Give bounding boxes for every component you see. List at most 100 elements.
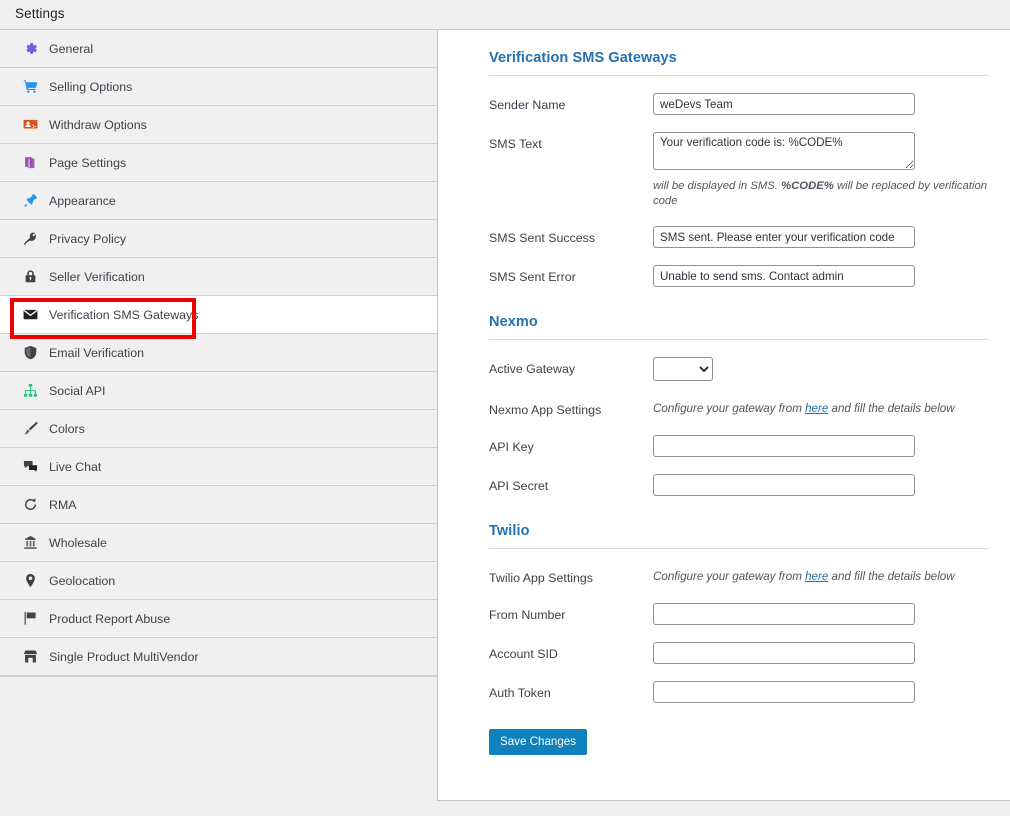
sidebar-item-label: Live Chat: [49, 459, 102, 474]
sidebar-item-email-verification[interactable]: Email Verification: [0, 334, 437, 372]
sidebar-item-selling-options[interactable]: Selling Options: [0, 68, 437, 106]
withdraw-icon: [22, 116, 39, 133]
sms-text-hint: will be displayed in SMS. %CODE% will be…: [653, 179, 988, 209]
shield-icon: [22, 344, 39, 361]
sitemap-icon: [22, 382, 39, 399]
field-active-gateway: Active Gateway: [489, 357, 988, 381]
sidebar-item-social-api[interactable]: Social API: [0, 372, 437, 410]
label-twilio-app-settings: Twilio App Settings: [489, 571, 594, 585]
sidebar-item-label: Product Report Abuse: [49, 611, 171, 626]
field-api-secret: API Secret: [489, 474, 988, 496]
sms-sent-error-input[interactable]: [653, 265, 915, 287]
sidebar-item-label: Seller Verification: [49, 269, 145, 284]
field-nexmo-app-settings: Nexmo App Settings Configure your gatewa…: [489, 398, 988, 418]
sidebar-item-withdraw-options[interactable]: Withdraw Options: [0, 106, 437, 144]
lock-icon: [22, 268, 39, 285]
sidebar-item-label: Wholesale: [49, 535, 107, 550]
sidebar-item-appearance[interactable]: Appearance: [0, 182, 437, 220]
field-auth-token: Auth Token: [489, 681, 988, 703]
label-active-gateway: Active Gateway: [489, 362, 576, 376]
label-api-secret: API Secret: [489, 479, 549, 493]
sidebar-item-label: RMA: [49, 497, 77, 512]
sidebar-item-page-settings[interactable]: Page Settings: [0, 144, 437, 182]
settings-page: Settings General Selling Options Withdraw …: [0, 0, 1010, 816]
sms-sent-success-input[interactable]: [653, 226, 915, 248]
active-gateway-select[interactable]: [653, 357, 713, 381]
save-row: Save Changes: [489, 729, 988, 775]
nexmo-gateway-link[interactable]: here: [805, 402, 828, 415]
sidebar-item-label: Page Settings: [49, 155, 127, 170]
sidebar-item-label: Colors: [49, 421, 85, 436]
page-title: Settings: [15, 6, 65, 21]
desc-after: and fill the details below: [828, 402, 955, 415]
sidebar-item-product-report-abuse[interactable]: Product Report Abuse: [0, 600, 437, 638]
sidebar-item-verification-sms-gateways[interactable]: Verification SMS Gateways: [0, 296, 437, 334]
account-sid-input[interactable]: [653, 642, 915, 664]
sidebar-item-privacy-policy[interactable]: Privacy Policy: [0, 220, 437, 258]
auth-token-input[interactable]: [653, 681, 915, 703]
api-key-input[interactable]: [653, 435, 915, 457]
pages-icon: [22, 154, 39, 171]
label-sms-sent-success: SMS Sent Success: [489, 231, 596, 245]
cart-icon: [22, 78, 39, 95]
sidebar-item-single-product-multivendor[interactable]: Single Product MultiVendor: [0, 638, 437, 676]
sidebar-item-wholesale[interactable]: Wholesale: [0, 524, 437, 562]
sidebar-item-label: Single Product MultiVendor: [49, 649, 199, 664]
label-account-sid: Account SID: [489, 647, 558, 661]
field-sms-sent-success: SMS Sent Success: [489, 226, 988, 248]
section-divider: [489, 339, 988, 340]
field-account-sid: Account SID: [489, 642, 988, 664]
label-auth-token: Auth Token: [489, 686, 551, 700]
sidebar-item-label: Social API: [49, 383, 106, 398]
section-divider: [489, 75, 988, 76]
api-secret-input[interactable]: [653, 474, 915, 496]
label-sms-text: SMS Text: [489, 137, 542, 151]
field-sms-text: SMS Text will be displayed in SMS. %CODE…: [489, 132, 988, 209]
sender-name-input[interactable]: [653, 93, 915, 115]
refresh-icon: [22, 496, 39, 513]
sidebar-item-label: Verification SMS Gateways: [49, 307, 199, 322]
label-from-number: From Number: [489, 608, 566, 622]
envelope-icon: [22, 306, 39, 323]
map-pin-icon: [22, 572, 39, 589]
sidebar-item-seller-verification[interactable]: Seller Verification: [0, 258, 437, 296]
settings-sidebar: General Selling Options Withdraw Options Pa…: [0, 29, 437, 816]
sidebar-item-general[interactable]: General: [0, 30, 437, 68]
sidebar-item-label: Withdraw Options: [49, 117, 147, 132]
field-twilio-app-settings: Twilio App Settings Configure your gatew…: [489, 566, 988, 586]
sidebar-item-label: Selling Options: [49, 79, 133, 94]
content-bottom-divider: [437, 800, 1010, 801]
section-sms-gateways: Verification SMS Gateways Sender Name SM…: [489, 50, 988, 287]
section-nexmo: Nexmo Active Gateway Nexmo App Settings …: [489, 314, 988, 496]
save-changes-button[interactable]: Save Changes: [489, 729, 588, 755]
sidebar-item-live-chat[interactable]: Live Chat: [0, 448, 437, 486]
sidebar-bottom-divider: [0, 676, 437, 677]
nexmo-app-settings-description: Configure your gateway from here and fil…: [653, 398, 988, 417]
field-sms-sent-error: SMS Sent Error: [489, 265, 988, 287]
chat-icon: [22, 458, 39, 475]
hint-code-token: %CODE%: [781, 180, 834, 192]
twilio-gateway-link[interactable]: here: [805, 570, 828, 583]
brush-icon: [22, 420, 39, 437]
sidebar-item-colors[interactable]: Colors: [0, 410, 437, 448]
sidebar-item-geolocation[interactable]: Geolocation: [0, 562, 437, 600]
flag-icon: [22, 610, 39, 627]
sidebar-item-label: Email Verification: [49, 345, 145, 360]
field-from-number: From Number: [489, 603, 988, 625]
settings-content-panel: Verification SMS Gateways Sender Name SM…: [437, 29, 1010, 801]
pin-icon: [22, 192, 39, 209]
field-api-key: API Key: [489, 435, 988, 457]
wholesale-icon: [22, 534, 39, 551]
sms-text-textarea[interactable]: [653, 132, 915, 170]
store-icon: [22, 648, 39, 665]
field-sender-name: Sender Name: [489, 93, 988, 115]
page-header: Settings: [0, 0, 1010, 29]
section-title-nexmo: Nexmo: [489, 314, 538, 330]
label-sms-sent-error: SMS Sent Error: [489, 270, 576, 284]
sidebar-item-label: Geolocation: [49, 573, 116, 588]
desc-before: Configure your gateway from: [653, 402, 806, 415]
from-number-input[interactable]: [653, 603, 915, 625]
sidebar-item-rma[interactable]: RMA: [0, 486, 437, 524]
hint-text-before: will be displayed in SMS.: [653, 180, 782, 192]
section-divider: [489, 548, 988, 549]
